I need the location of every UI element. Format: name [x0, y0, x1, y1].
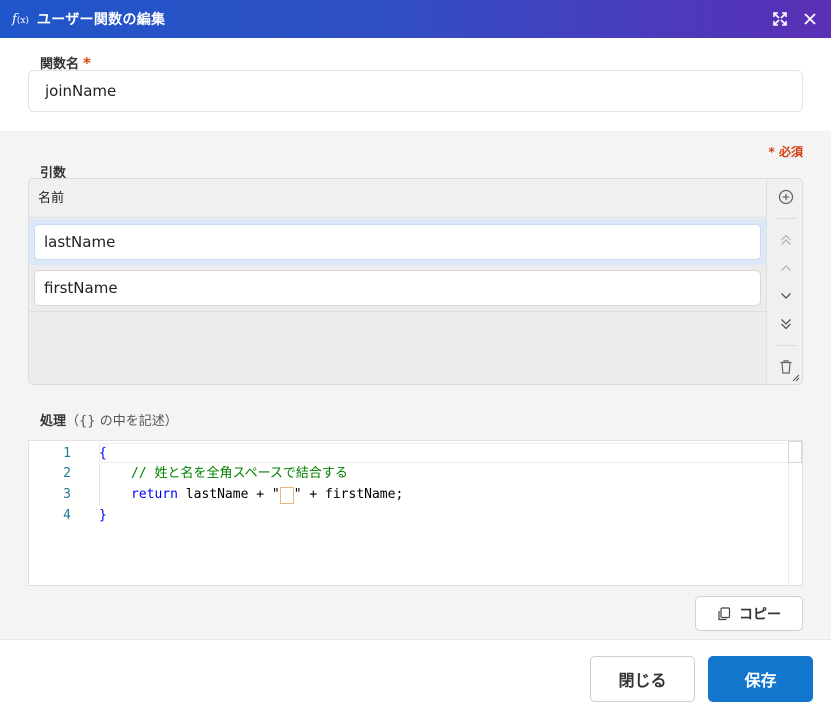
- move-top-button[interactable]: [767, 227, 802, 253]
- save-button[interactable]: 保存: [708, 656, 813, 702]
- move-up-icon: [780, 265, 791, 271]
- move-bottom-button[interactable]: [767, 311, 802, 337]
- argument-input[interactable]: firstName: [34, 270, 761, 306]
- line-number: 1: [63, 446, 71, 461]
- move-down-icon: [780, 293, 791, 299]
- dialog-title: ユーザー関数の編集: [36, 12, 166, 28]
- copy-icon: [718, 606, 731, 620]
- column-header-name: 名前: [29, 179, 766, 218]
- code-editor[interactable]: 1 { 2 // 姓と名を全角スペースで結合する 3 return lastNa…: [28, 440, 803, 586]
- expand-icon: [773, 12, 787, 26]
- process-label: 処理（{} の中を記述）: [40, 414, 178, 429]
- close-icon: [804, 13, 816, 25]
- function-icon: f(x): [12, 11, 29, 27]
- move-up-button[interactable]: [767, 255, 802, 281]
- maximize-button[interactable]: [770, 9, 790, 29]
- function-name-input[interactable]: joinName: [28, 70, 803, 112]
- argument-row[interactable]: firstName: [29, 265, 766, 311]
- move-bottom-icon: [780, 319, 791, 330]
- code-line: 2 // 姓と名を全角スペースで結合する: [29, 463, 789, 484]
- required-note: * 必須: [768, 145, 803, 159]
- line-number: 3: [63, 487, 71, 502]
- close-dialog-button[interactable]: [800, 9, 820, 29]
- dialog-titlebar: f(x) ユーザー関数の編集: [0, 0, 831, 38]
- resize-handle-icon[interactable]: [792, 374, 800, 382]
- editor-scrollbar[interactable]: [788, 441, 802, 585]
- add-icon: [778, 189, 793, 205]
- move-down-button[interactable]: [767, 283, 802, 309]
- argument-row[interactable]: lastName: [29, 219, 766, 265]
- dialog-footer: 閉じる 保存: [0, 639, 831, 715]
- scrollbar-thumb[interactable]: [788, 441, 802, 463]
- copy-button[interactable]: コピー: [695, 596, 803, 631]
- arguments-table: 名前 lastName firstName: [28, 178, 803, 385]
- trash-icon: [780, 360, 791, 374]
- process-hint: （{} の中を記述）: [66, 414, 178, 429]
- fullwidth-space-marker: [279, 487, 294, 504]
- line-number: 2: [63, 466, 71, 481]
- argument-input[interactable]: lastName: [34, 224, 761, 260]
- argument-toolbar: [766, 179, 802, 384]
- code-line: 3 return lastName + " " + firstName;: [29, 484, 789, 505]
- add-argument-button[interactable]: [767, 184, 802, 210]
- copy-button-label: コピー: [739, 606, 781, 623]
- close-button[interactable]: 閉じる: [590, 656, 695, 702]
- code-line: 1 {: [29, 443, 789, 464]
- line-number: 4: [63, 508, 71, 523]
- move-top-icon: [780, 234, 791, 245]
- code-line: 4 }: [29, 505, 789, 526]
